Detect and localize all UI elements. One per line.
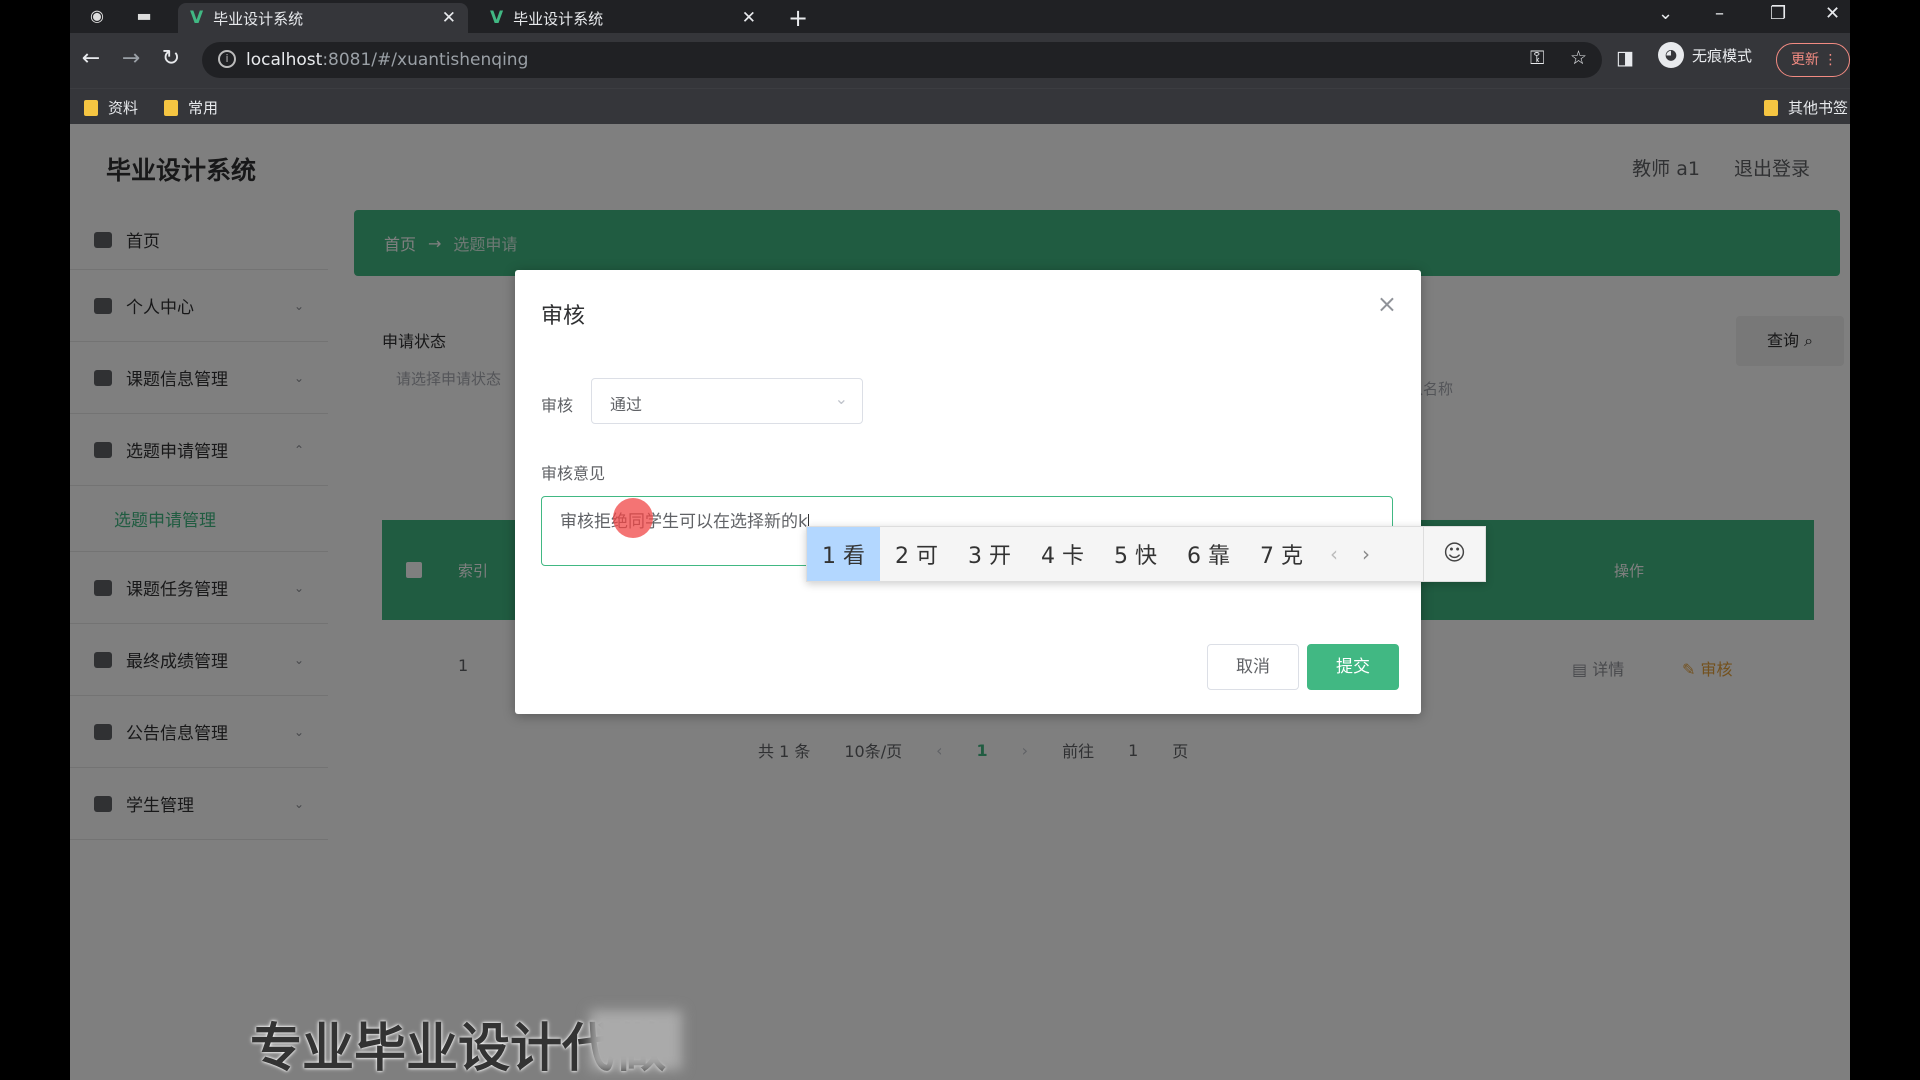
ime-next-icon[interactable]: › xyxy=(1350,542,1382,566)
watermark-blur xyxy=(590,1010,682,1070)
reload-icon[interactable]: ↻ xyxy=(156,46,186,71)
folder-icon xyxy=(164,99,178,116)
other-bookmarks[interactable]: 其他书签 xyxy=(1764,97,1848,118)
ime-candidate[interactable]: 3 开 xyxy=(953,527,1026,581)
bookmark-label: 资料 xyxy=(108,99,139,117)
window-icon[interactable]: ▬ xyxy=(134,6,154,26)
restore-icon[interactable]: ❐ xyxy=(1770,3,1786,24)
window-close-icon[interactable]: ✕ xyxy=(1825,3,1840,24)
cancel-button[interactable]: 取消 xyxy=(1207,644,1299,690)
folder-icon xyxy=(84,99,98,116)
tab-title: 毕业设计系统 xyxy=(213,9,304,28)
ime-candidate[interactable]: 2 可 xyxy=(880,527,953,581)
back-icon[interactable]: ← xyxy=(76,46,106,71)
incognito-indicator[interactable]: ◕ 无痕模式 xyxy=(1658,42,1752,68)
tab-active[interactable]: V 毕业设计系统 ✕ xyxy=(178,3,468,33)
ime-candidate[interactable]: 6 靠 xyxy=(1172,527,1245,581)
ime-candidate[interactable]: 4 卡 xyxy=(1026,527,1099,581)
incognito-icon: ◕ xyxy=(1658,42,1684,68)
new-tab-icon[interactable]: + xyxy=(788,4,808,32)
ime-candidate[interactable]: 5 快 xyxy=(1099,527,1172,581)
chrome-menu-icon[interactable]: ◉ xyxy=(87,6,107,26)
tab-search-icon[interactable]: ⌄ xyxy=(1658,3,1673,24)
opinion-label: 审核意见 xyxy=(541,464,606,483)
minimize-icon[interactable]: – xyxy=(1715,3,1724,24)
screen: ◉ ▬ V 毕业设计系统 ✕ V 毕业设计系统 ✕ + ⌄ – ❐ ✕ ← → … xyxy=(70,0,1850,1080)
url-text: localhost:8081/#/xuantishenqing xyxy=(246,50,528,70)
incognito-label: 无痕模式 xyxy=(1692,46,1753,65)
update-label: 更新 xyxy=(1791,52,1819,68)
vue-favicon-icon: V xyxy=(190,8,204,28)
browser-toolbar: ← → ↻ i localhost:8081/#/xuantishenqing … xyxy=(70,33,1850,88)
bookmark-folder[interactable]: 资料 xyxy=(84,97,138,118)
tab-title: 毕业设计系统 xyxy=(513,9,604,28)
review-label: 审核 xyxy=(541,396,574,415)
ime-prev-icon[interactable]: ‹ xyxy=(1318,542,1350,566)
app: 毕业设计系统 教师 a1 退出登录 首页 个人中心⌄ 课题信息管理⌄ 选题申请管… xyxy=(70,124,1850,1080)
bookmark-label: 其他书签 xyxy=(1788,99,1849,117)
folder-icon xyxy=(1764,99,1778,116)
star-icon[interactable]: ☆ xyxy=(1570,47,1587,69)
review-select-value: 通过 xyxy=(610,395,643,414)
review-select[interactable]: 通过 ⌄ xyxy=(591,378,863,424)
bookmark-label: 常用 xyxy=(188,99,219,117)
url-path: :8081/#/xuantishenqing xyxy=(322,50,529,70)
click-indicator xyxy=(613,498,653,538)
key-icon[interactable]: ⚿ xyxy=(1530,47,1544,69)
emoji-icon[interactable]: ☺ xyxy=(1423,527,1485,581)
bookmark-folder[interactable]: 常用 xyxy=(164,97,218,118)
ime-candidate[interactable]: 1 看 xyxy=(807,527,880,581)
review-dialog: 审核 × 审核 通过 ⌄ 审核意见 审核拒绝同学生可以在选择新的k 取消 提交 xyxy=(515,270,1421,714)
tab-close-icon[interactable]: ✕ xyxy=(442,8,456,28)
opinion-text: 审核拒绝同学生可以在选择新的k xyxy=(560,512,808,532)
update-button[interactable]: 更新 ⋮ xyxy=(1776,43,1850,77)
forward-icon[interactable]: → xyxy=(116,46,146,71)
submit-button[interactable]: 提交 xyxy=(1307,644,1399,690)
chevron-down-icon: ⌄ xyxy=(834,389,848,408)
address-bar[interactable]: i localhost:8081/#/xuantishenqing xyxy=(202,42,1602,78)
dialog-title: 审核 xyxy=(541,304,586,329)
ime-candidate-bar: 1 看 2 可 3 开 4 卡 5 快 6 靠 7 克 ‹ › ☺ xyxy=(806,526,1486,582)
sidepanel-icon[interactable]: ◨ xyxy=(1616,47,1634,69)
ime-candidate[interactable]: 7 克 xyxy=(1245,527,1318,581)
close-icon[interactable]: × xyxy=(1377,290,1397,318)
browser-tab-bar: ◉ ▬ V 毕业设计系统 ✕ V 毕业设计系统 ✕ + ⌄ – ❐ ✕ xyxy=(70,0,1850,33)
url-host: localhost xyxy=(246,50,323,70)
bookmarks-bar: 资料 常用 其他书签 xyxy=(70,88,1850,124)
tab-inactive[interactable]: V 毕业设计系统 ✕ xyxy=(478,3,768,33)
tab-close-icon[interactable]: ✕ xyxy=(742,8,756,28)
vue-favicon-icon: V xyxy=(490,8,504,28)
site-info-icon[interactable]: i xyxy=(218,50,236,68)
